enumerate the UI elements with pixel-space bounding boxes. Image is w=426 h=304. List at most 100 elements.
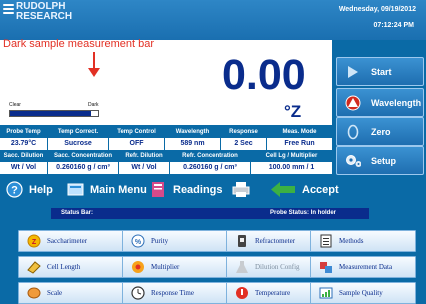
param-value[interactable]: Wt / Vol: [0, 162, 47, 174]
param-value[interactable]: Wt / Vol: [119, 162, 169, 174]
gears-icon: [345, 153, 361, 169]
brand-logo: RUDOLPH RESEARCH: [16, 2, 72, 22]
param-header: Sacc. Dilution: [3, 153, 44, 159]
app-label: Sample Quality: [339, 289, 383, 297]
wavelength-label: Wavelength: [371, 97, 422, 108]
param-value-row-2: Wt / Vol 0.260160 g / cm³ Wt / Vol 0.260…: [0, 162, 332, 174]
measurement-panel: Dark sample measurement bar Clear Dark 0…: [0, 38, 332, 125]
app-scale[interactable]: Scale: [18, 282, 130, 304]
setup-label: Setup: [371, 155, 397, 166]
time-display: 07:12:24 PM: [373, 22, 414, 29]
purity-icon: %: [131, 234, 145, 248]
app-label: Temperature: [255, 289, 291, 297]
methods-icon: [319, 234, 333, 248]
status-bar: Status Bar: Probe Status: In holder: [51, 208, 369, 219]
parameter-grid: Probe Temp Temp Correct. Temp Control Wa…: [0, 126, 332, 174]
zero-icon: [345, 124, 361, 140]
readings-book-icon: [150, 181, 167, 198]
sample-quality-icon: [319, 286, 333, 300]
param-header: Temp Control: [117, 129, 156, 135]
app-cell-length[interactable]: Cell Length: [18, 256, 130, 278]
reading-value: 0.00: [222, 51, 306, 99]
app-multiplier[interactable]: Multiplier: [122, 256, 234, 278]
app-label: Response Time: [151, 289, 194, 297]
help-icon: ?: [6, 181, 23, 198]
param-header: Sacc. Concentration: [53, 153, 112, 159]
param-header: Probe Temp: [6, 129, 41, 135]
app-saccharimeter[interactable]: Z Saccharimeter: [18, 230, 130, 252]
param-value[interactable]: OFF: [109, 138, 164, 150]
dark-label: Dark: [88, 102, 99, 108]
param-header: Wavelength: [175, 129, 210, 135]
setup-button[interactable]: Setup: [336, 146, 424, 175]
param-value: 23.79°C: [0, 138, 47, 150]
param-header: Cell Lg / Multiplier: [265, 153, 318, 159]
param-value[interactable]: Sucrose: [48, 138, 108, 150]
app-label: Methods: [339, 237, 364, 245]
param-value[interactable]: 589 nm: [165, 138, 220, 150]
app-label: Refractometer: [255, 237, 296, 245]
param-header-row-2: Sacc. Dilution Sacc. Concentration Refr.…: [0, 150, 332, 162]
param-value[interactable]: 100.00 mm / 1: [251, 162, 332, 174]
param-header: Meas. Mode: [282, 129, 317, 135]
param-value[interactable]: 0.260160 g / cm³: [170, 162, 250, 174]
date-display: Wednesday, 09/19/2012: [338, 6, 416, 13]
app-methods[interactable]: Methods: [310, 230, 416, 252]
help-button[interactable]: ? Help: [6, 178, 53, 201]
polarimeter-screen: RUDOLPH RESEARCH Wednesday, 09/19/2012 0…: [0, 0, 426, 304]
zero-button[interactable]: Zero: [336, 117, 424, 146]
refractometer-icon: [235, 234, 249, 248]
param-header-row-1: Probe Temp Temp Correct. Temp Control Wa…: [0, 126, 332, 138]
play-icon: [345, 64, 361, 80]
clock-icon: [131, 286, 145, 300]
brand-line2: RESEARCH: [16, 11, 73, 22]
status-bar-label: Status Bar:: [61, 210, 94, 216]
darkness-bar-fill: [10, 111, 91, 116]
wavelength-icon: [345, 95, 361, 111]
app-purity[interactable]: % Purity: [122, 230, 234, 252]
help-label: Help: [29, 183, 53, 196]
dilution-icon: [235, 260, 249, 274]
accept-label: Accept: [302, 183, 339, 196]
app-sample-quality[interactable]: Sample Quality: [310, 282, 416, 304]
app-response-time[interactable]: Response Time: [122, 282, 234, 304]
svg-text:?: ?: [11, 185, 18, 197]
start-label: Start: [371, 66, 392, 77]
param-value[interactable]: Free Run: [267, 138, 332, 150]
wavelength-button[interactable]: Wavelength: [336, 88, 424, 117]
param-header: Temp Correct.: [57, 129, 99, 135]
app-label: Measurement Data: [339, 263, 393, 271]
start-button[interactable]: Start: [336, 57, 424, 86]
cell-length-icon: [27, 260, 41, 274]
accept-button[interactable]: Accept: [270, 178, 339, 201]
accept-arrow-icon: [270, 181, 296, 198]
app-label: Scale: [47, 289, 63, 297]
thermometer-icon: [235, 286, 249, 300]
param-header: Response: [229, 129, 258, 135]
clear-label: Clear: [9, 102, 21, 108]
app-label: Cell Length: [47, 263, 81, 271]
annotation-text: Dark sample measurement bar: [3, 38, 155, 50]
readings-button[interactable]: Readings: [150, 178, 223, 201]
main-menu-button[interactable]: Main Menu: [67, 178, 147, 201]
app-label: Multiplier: [151, 263, 180, 271]
param-value[interactable]: 2 Sec: [221, 138, 266, 150]
darkness-bar: [9, 110, 99, 117]
app-label: Dilution Config: [255, 263, 300, 271]
probe-status: Probe Status: In holder: [270, 210, 337, 216]
svg-text:Z: Z: [32, 239, 37, 246]
app-measurement-data[interactable]: Measurement Data: [310, 256, 416, 278]
param-value-row-1: 23.79°C Sucrose OFF 589 nm 2 Sec Free Ru…: [0, 138, 332, 150]
zero-label: Zero: [371, 126, 391, 137]
brand-logo-icon: [3, 4, 14, 20]
menu-screen-icon: [67, 181, 84, 198]
header-bar: RUDOLPH RESEARCH Wednesday, 09/19/2012 0…: [0, 0, 426, 40]
param-header: Refr. Dilution: [125, 153, 163, 159]
param-value[interactable]: 0.260160 g / cm³: [48, 162, 118, 174]
multiplier-icon: [131, 260, 145, 274]
saccharimeter-icon: Z: [27, 234, 41, 248]
main-menu-label: Main Menu: [90, 183, 147, 196]
printer-icon: [232, 181, 250, 198]
print-button[interactable]: [232, 178, 255, 201]
readings-label: Readings: [173, 183, 223, 196]
